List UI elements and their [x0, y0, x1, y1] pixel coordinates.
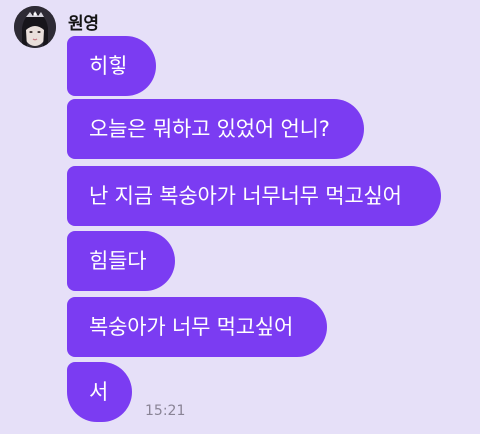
message-bubble[interactable]: 난 지금 복숭아가 너무너무 먹고싶어: [67, 166, 441, 226]
sender-name: 원영: [68, 14, 99, 34]
message-bubble[interactable]: 서: [67, 362, 132, 422]
profile-photo-icon: [14, 6, 56, 48]
message-bubble[interactable]: 힘들다: [67, 231, 175, 291]
avatar[interactable]: [14, 6, 56, 48]
message-bubble[interactable]: 복숭아가 너무 먹고싶어: [67, 297, 327, 357]
message-bubble[interactable]: 히힣: [67, 36, 156, 96]
message-bubble[interactable]: 오늘은 뭐하고 있었어 언니?: [67, 99, 364, 159]
message-timestamp: 15:21: [145, 403, 186, 419]
